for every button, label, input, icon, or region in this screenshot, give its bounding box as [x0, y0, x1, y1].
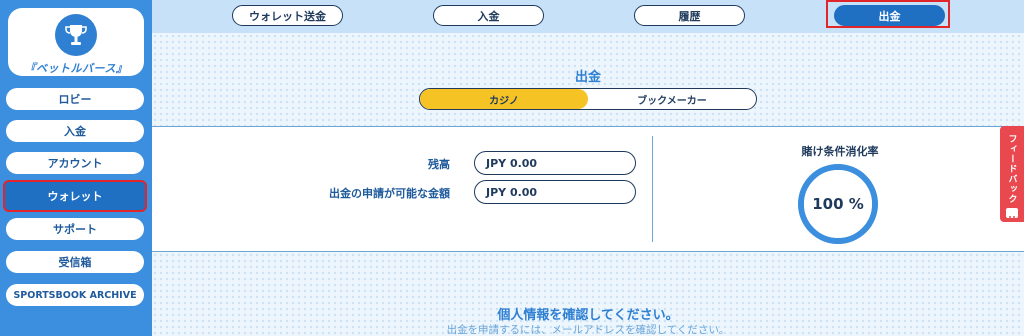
withdraw-title: 出金 [574, 70, 601, 85]
balance-label: 残高 [428, 158, 450, 171]
segment-casino[interactable]: カジノ [420, 89, 588, 109]
segment-bookmaker[interactable]: ブックメーカー [588, 89, 756, 109]
smile-icon [1006, 208, 1018, 221]
tab-history[interactable]: 履歴 [634, 5, 745, 26]
brand-logo[interactable]: 『ベットルバース』 [8, 8, 144, 76]
sidebar-item-deposit[interactable]: 入金 [6, 120, 144, 142]
sidebar-item-account[interactable]: アカウント [6, 152, 144, 174]
verify-info-title: 個人情報を確認してください。 [497, 308, 679, 323]
feedback-label: フィードバック [1006, 134, 1017, 204]
verify-info-subtitle: 出金を申請するには、メールアドレスを確認してください。 [446, 324, 730, 336]
wager-progress-value: 100 % [812, 195, 864, 213]
available-amount-value: JPY 0.00 [474, 180, 636, 204]
sidebar-item-support[interactable]: サポート [6, 218, 144, 240]
tab-deposit[interactable]: 入金 [433, 5, 544, 26]
wager-progress-title: 賭け条件消化率 [801, 145, 879, 158]
active-tab-highlight [826, 0, 950, 28]
sidebar-item-wallet[interactable]: ウォレット [3, 180, 147, 212]
sidebar-item-lobby[interactable]: ロビー [6, 88, 144, 110]
tab-wallet-transfer[interactable]: ウォレット送金 [232, 5, 343, 26]
sidebar-item-inbox[interactable]: 受信箱 [6, 251, 144, 273]
panel-divider [652, 136, 653, 242]
sidebar-item-sportsbook-archive[interactable]: SPORTSBOOK ARCHIVE [6, 284, 144, 306]
trophy-icon [55, 14, 97, 56]
sidebar: 『ベットルバース』 ロビー 入金 アカウント ウォレット サポート 受信箱 SP… [0, 0, 152, 336]
balance-value: JPY 0.00 [474, 151, 636, 175]
available-amount-label: 出金の申請が可能な金額 [329, 187, 450, 200]
wallet-type-switch: カジノ ブックメーカー [419, 88, 757, 110]
brand-name: 『ベットルバース』 [24, 62, 128, 75]
feedback-tab[interactable]: フィードバック [1000, 126, 1024, 222]
